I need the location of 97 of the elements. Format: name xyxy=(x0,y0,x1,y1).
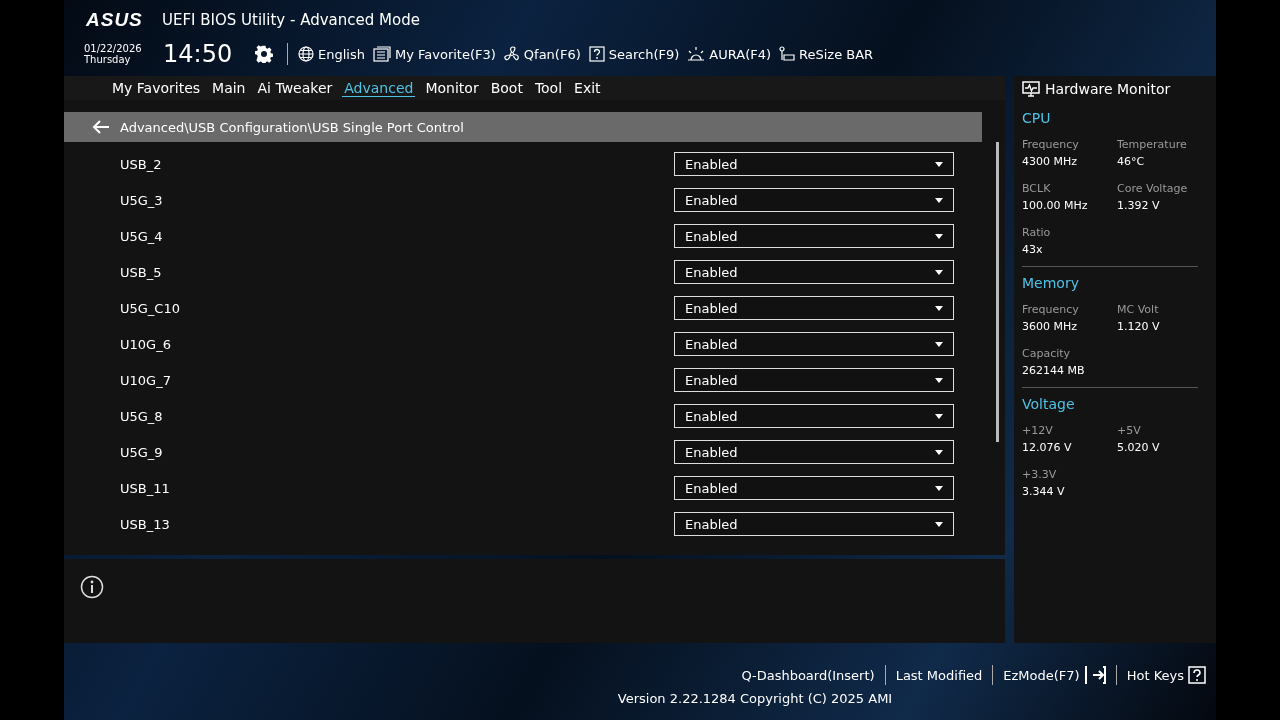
menu-tab[interactable]: Main xyxy=(210,79,248,97)
caret-icon xyxy=(935,449,943,455)
reading-label: Frequency xyxy=(1022,137,1080,153)
menu-tab[interactable]: Ai Tweaker xyxy=(255,79,335,97)
caret-icon xyxy=(935,197,943,203)
menu-tab[interactable]: Tool xyxy=(532,79,565,97)
reading-label: Core Voltage xyxy=(1117,181,1189,197)
reading-label: Ratio xyxy=(1022,225,1052,241)
scrollbar-thumb[interactable] xyxy=(996,142,999,442)
setting-label: USB_2 xyxy=(120,156,162,172)
info-icon xyxy=(80,575,104,599)
settings-icon[interactable] xyxy=(255,45,273,63)
reading-label: +12V xyxy=(1022,423,1054,439)
toolbar-button[interactable]: Qfan(F6) xyxy=(503,46,581,62)
caret-icon xyxy=(935,521,943,527)
reading-label: Capacity xyxy=(1022,346,1072,362)
monitor-icon xyxy=(1022,80,1040,98)
reading-value: 1.392 V xyxy=(1117,198,1161,214)
setting-label: U10G_6 xyxy=(120,336,171,352)
panel-title: Hardware Monitor xyxy=(1045,81,1171,97)
section-title: CPU xyxy=(1022,110,1052,126)
dropdown-field[interactable]: Enabled xyxy=(674,512,954,536)
clock-time: 14:50 xyxy=(163,40,234,68)
caret-icon xyxy=(935,233,943,239)
caret-icon xyxy=(935,269,943,275)
footer-link[interactable]: Q-Dashboard(Insert) xyxy=(741,667,875,683)
setting-label: U5G_3 xyxy=(120,192,163,208)
toolbar-button[interactable]: Search(F9) xyxy=(588,46,680,62)
footer-link[interactable]: Last Modified xyxy=(895,667,983,683)
dropdown-field[interactable]: Enabled xyxy=(674,368,954,392)
toolbar-button[interactable]: AURA(F4) xyxy=(687,46,772,62)
reading-label: Temperature xyxy=(1117,137,1188,153)
reading-label: +5V xyxy=(1117,423,1142,439)
dropdown-field[interactable]: Enabled xyxy=(674,296,954,320)
reading-label: +3.3V xyxy=(1022,467,1058,483)
footer-link[interactable]: EzMode(F7) xyxy=(1003,666,1106,684)
caret-icon xyxy=(935,485,943,491)
setting-label: U5G_4 xyxy=(120,228,163,244)
dropdown-field[interactable]: Enabled xyxy=(674,404,954,428)
exit-icon xyxy=(1083,666,1106,684)
dropdown-field[interactable]: Enabled xyxy=(674,440,954,464)
dropdown-field[interactable]: Enabled xyxy=(674,332,954,356)
setting-label: U5G_9 xyxy=(120,444,163,460)
setting-label: USB_13 xyxy=(120,516,170,532)
caret-icon xyxy=(935,413,943,419)
breadcrumb-path: Advanced\USB Configuration\USB Single Port Control xyxy=(120,119,464,135)
caret-icon xyxy=(935,341,943,347)
toolbar-button[interactable]: English xyxy=(298,46,365,62)
dropdown-field[interactable]: Enabled xyxy=(674,224,954,248)
reading-value: 100.00 MHz xyxy=(1022,198,1089,214)
brand-logo: ASUS xyxy=(86,9,142,31)
window-title: UEFI BIOS Utility - Advanced Mode xyxy=(162,11,420,29)
toolbar-button[interactable]: My Favorite(F3) xyxy=(372,46,496,62)
setting-label: U5G_C10 xyxy=(120,300,180,316)
section-title: Memory xyxy=(1022,275,1080,291)
help-icon xyxy=(588,46,605,62)
fan-icon xyxy=(503,46,520,62)
light-icon xyxy=(687,46,706,62)
reading-label: Frequency xyxy=(1022,302,1080,318)
reading-value: 4300 MHz xyxy=(1022,154,1079,170)
footer-link[interactable]: Hot Keys xyxy=(1126,666,1206,684)
date-text: 01/22/2026 xyxy=(84,43,143,54)
setting-label: USB_11 xyxy=(120,480,170,496)
list-icon xyxy=(372,46,391,62)
reading-value: 5.020 V xyxy=(1117,440,1161,456)
caret-icon xyxy=(935,305,943,311)
chip-icon xyxy=(779,46,796,62)
back-arrow-icon[interactable] xyxy=(92,120,110,134)
reading-value: 43x xyxy=(1022,242,1044,258)
reading-value: 46°C xyxy=(1117,154,1146,170)
setting-label: U5G_8 xyxy=(120,408,163,424)
caret-icon xyxy=(935,377,943,383)
reading-value: 3.344 V xyxy=(1022,484,1066,500)
reading-value: 12.076 V xyxy=(1022,440,1073,456)
version-text: Version 2.22.1284 Copyright (C) 2025 AMI xyxy=(617,691,893,706)
reading-label: MC Volt xyxy=(1117,302,1160,318)
setting-label: U10G_7 xyxy=(120,372,171,388)
menu-tab[interactable]: Boot xyxy=(488,79,525,97)
weekday-text: Thursday xyxy=(84,54,132,65)
reading-value: 262144 MB xyxy=(1022,363,1086,379)
menu-tab[interactable]: Advanced xyxy=(342,79,416,97)
menu-tab[interactable]: Monitor xyxy=(423,79,481,97)
section-title: Voltage xyxy=(1022,396,1076,412)
reading-label: BCLK xyxy=(1022,181,1052,197)
dropdown-field[interactable]: Enabled xyxy=(674,476,954,500)
menu-tab[interactable]: Exit xyxy=(572,79,603,97)
globe-icon xyxy=(298,46,314,62)
dropdown-field[interactable]: Enabled xyxy=(674,188,954,212)
toolbar-button[interactable]: ReSize BAR xyxy=(779,46,874,62)
dropdown-field[interactable]: Enabled xyxy=(674,260,954,284)
dropdown-field[interactable]: Enabled xyxy=(674,152,954,176)
caret-icon xyxy=(935,161,943,167)
reading-value: 1.120 V xyxy=(1117,319,1161,335)
help-icon xyxy=(1188,666,1206,684)
reading-value: 3600 MHz xyxy=(1022,319,1079,335)
menu-tab[interactable]: My Favorites xyxy=(110,79,203,97)
setting-label: USB_5 xyxy=(120,264,162,280)
